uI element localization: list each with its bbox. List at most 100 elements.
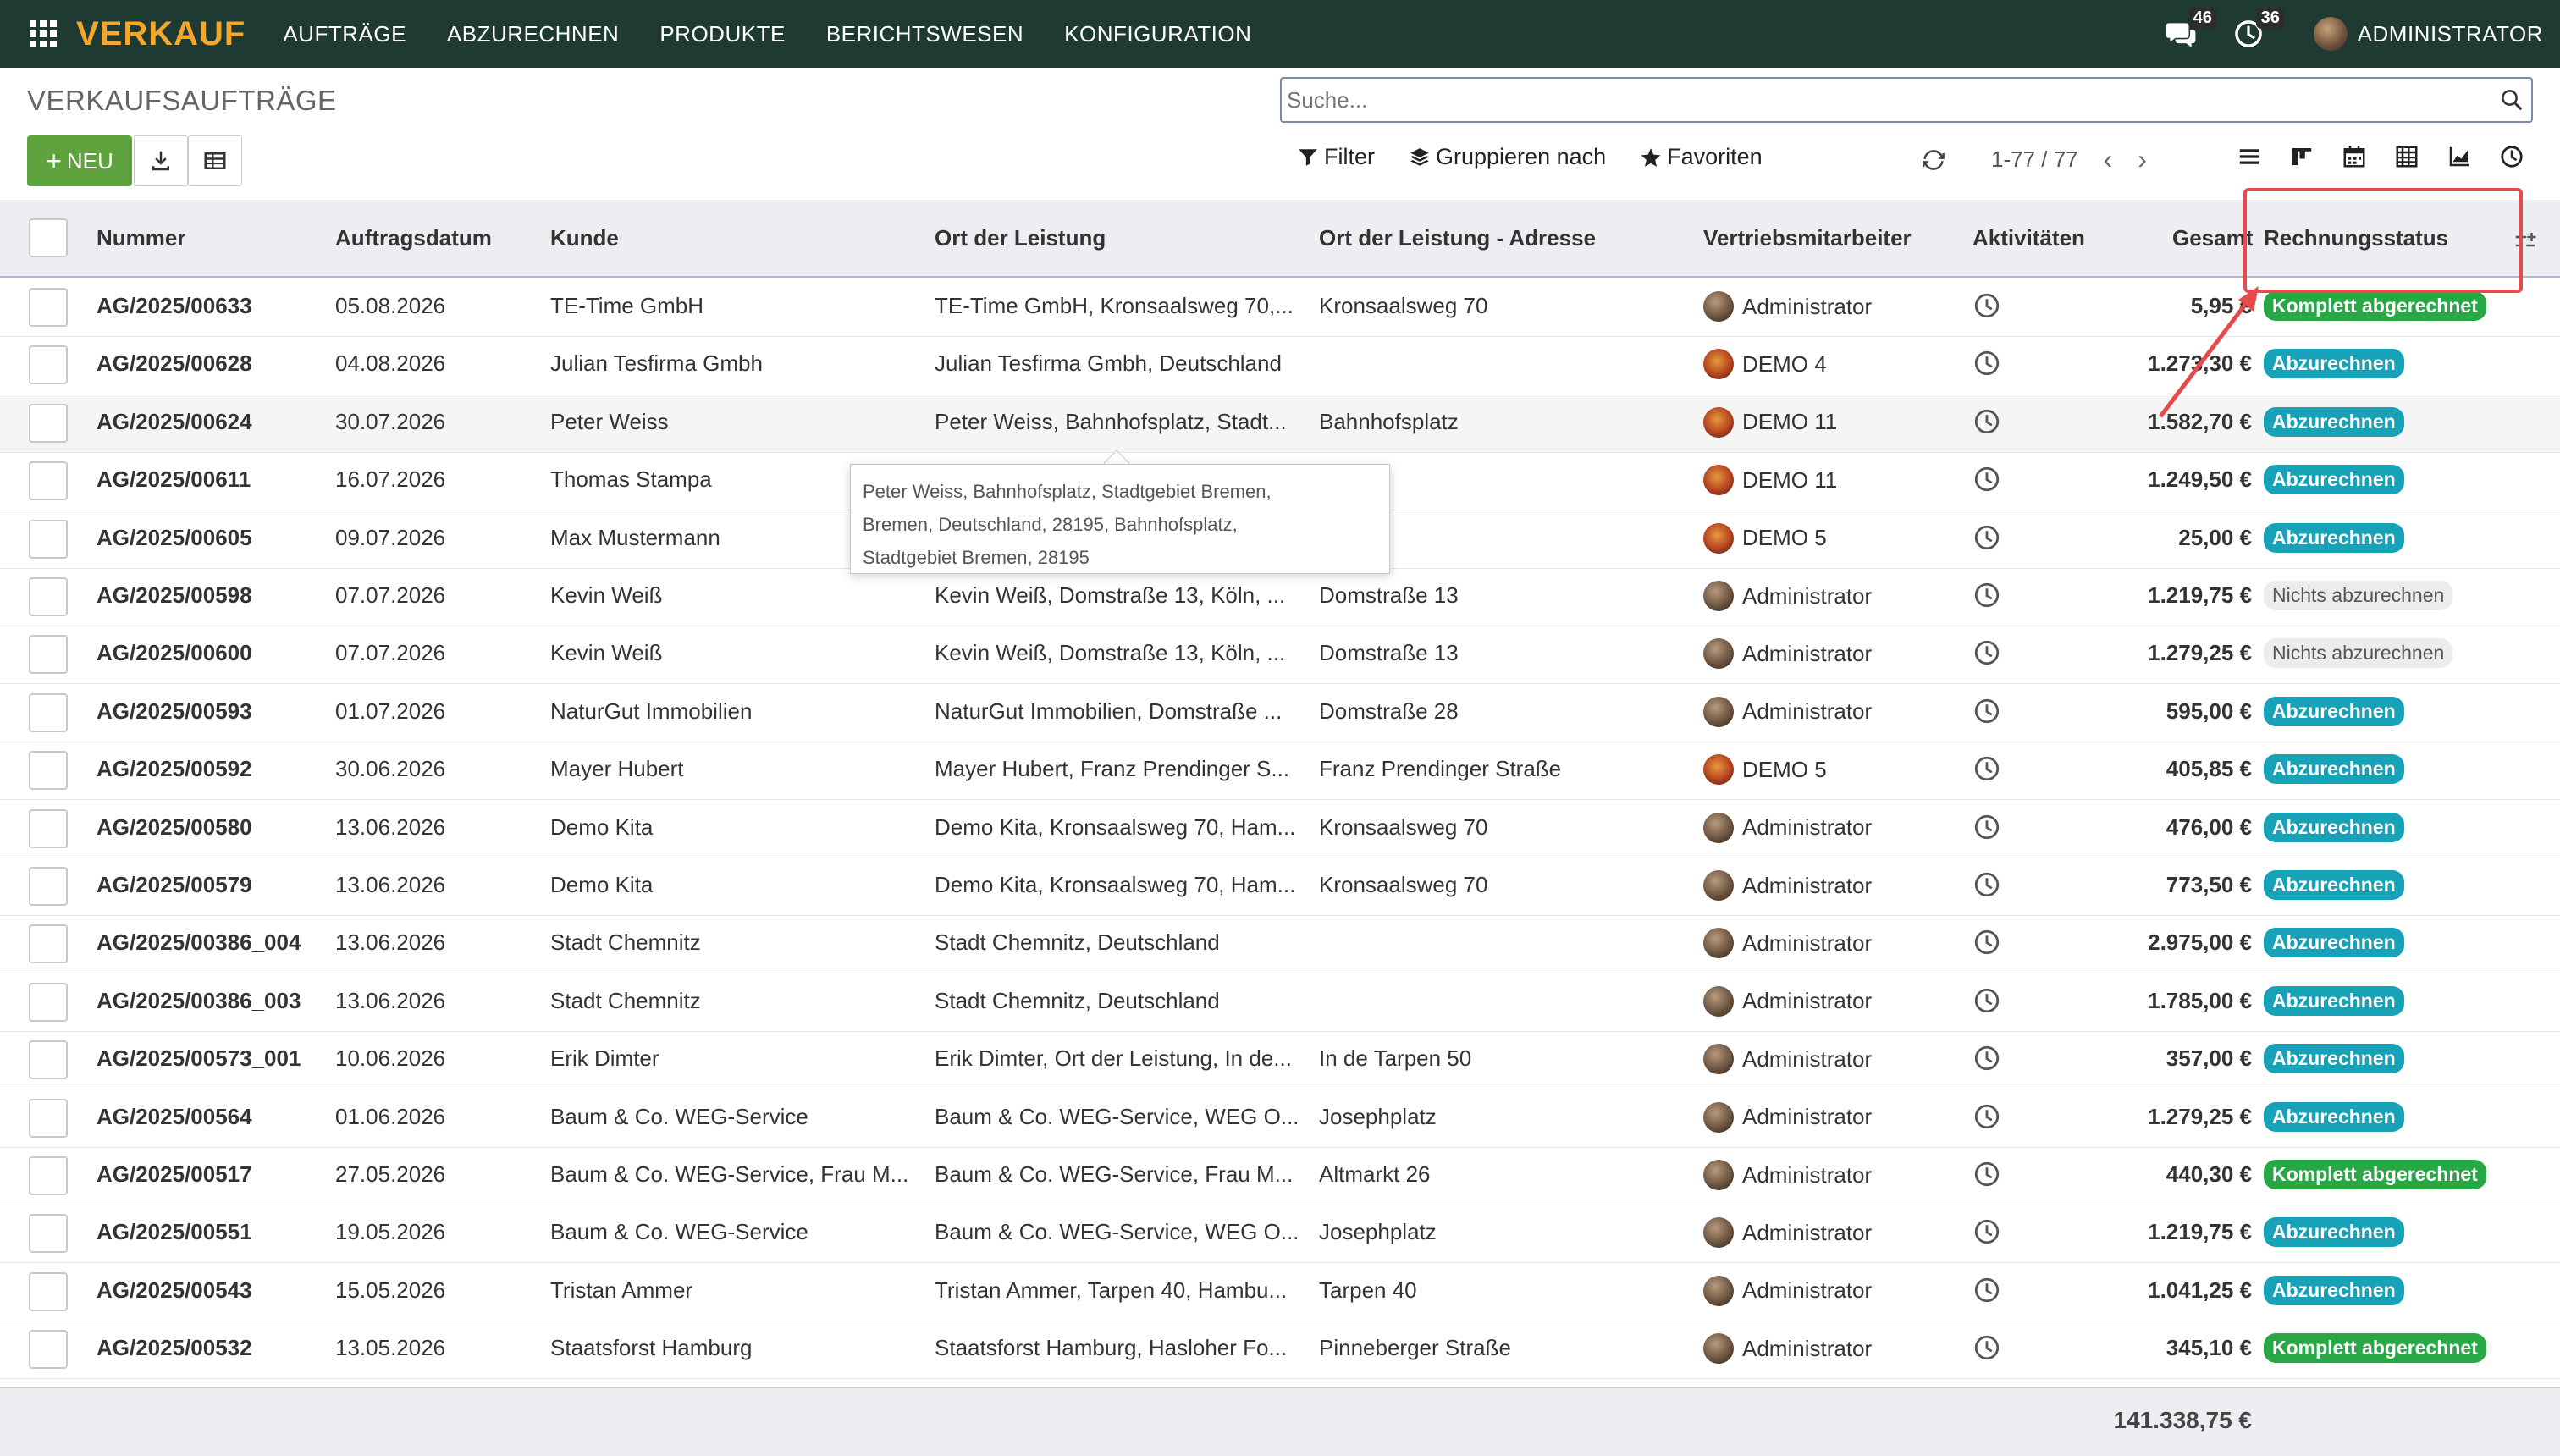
view-graph-button[interactable]: [2433, 144, 2486, 169]
salesperson-name: Administrator: [1742, 1219, 1873, 1245]
table-row[interactable]: AG/2025/00386_003 13.06.2026 Stadt Chemnit…: [0, 974, 2560, 1032]
activity-button[interactable]: [1972, 407, 2001, 440]
menu-item-products[interactable]: PRODUKTE: [659, 21, 785, 47]
messages-button[interactable]: 46: [2165, 8, 2217, 50]
row-checkbox[interactable]: [29, 1040, 68, 1080]
view-kanban-button[interactable]: [2276, 144, 2328, 169]
app-brand[interactable]: VERKAUF: [76, 15, 246, 53]
row-checkbox[interactable]: [29, 692, 68, 732]
activity-button[interactable]: [1972, 1044, 2001, 1077]
pager-value[interactable]: 1-77 / 77: [1991, 146, 2078, 173]
invoice-status-badge: Abzurechnen: [2264, 1101, 2404, 1132]
activity-button[interactable]: [1972, 1160, 2001, 1193]
activity-button[interactable]: [1972, 1217, 2001, 1250]
activity-button[interactable]: [1972, 638, 2001, 671]
tooltip-line: Bremen, Deutschland, 28195, Bahnhofsplat…: [863, 514, 1238, 535]
view-list-button[interactable]: [2223, 144, 2276, 169]
apps-menu-icon[interactable]: [29, 19, 58, 48]
menu-item-orders[interactable]: AUFTRÄGE: [283, 21, 406, 47]
row-checkbox[interactable]: [29, 1271, 68, 1311]
select-all-checkbox[interactable]: [29, 218, 68, 257]
row-checkbox[interactable]: [29, 982, 68, 1022]
table-row[interactable]: AG/2025/00592 30.06.2026 Mayer Hubert Mayer…: [0, 742, 2560, 801]
row-checkbox[interactable]: [29, 867, 68, 906]
search-box[interactable]: [1280, 77, 2533, 123]
activity-button[interactable]: [1972, 754, 2001, 787]
row-checkbox[interactable]: [29, 577, 68, 616]
salesperson-name: Administrator: [1742, 929, 1873, 956]
search-options: Filter Gruppieren nach Favoriten: [1297, 144, 1796, 170]
table-row[interactable]: AG/2025/00593 01.07.2026 NaturGut Immobili…: [0, 685, 2560, 742]
row-checkbox[interactable]: [29, 635, 68, 675]
table-row[interactable]: AG/2025/00564 01.06.2026 Baum & Co. WEG-Se…: [0, 1090, 2560, 1148]
row-checkbox[interactable]: [29, 403, 68, 443]
row-checkbox[interactable]: [29, 519, 68, 559]
row-checkbox[interactable]: [29, 1098, 68, 1138]
column-header-location[interactable]: Ort der Leistung: [935, 225, 1106, 251]
clock-icon: [1974, 1161, 2000, 1187]
activity-button[interactable]: [1972, 291, 2001, 324]
table-row[interactable]: AG/2025/00551 19.05.2026 Baum & Co. WEG-Se…: [0, 1205, 2560, 1264]
salesperson-name: Administrator: [1742, 988, 1873, 1014]
activity-button[interactable]: [1972, 523, 2001, 556]
activity-button[interactable]: [1972, 813, 2001, 846]
table-row[interactable]: AG/2025/00517 27.05.2026 Baum & Co. WEG-Se…: [0, 1148, 2560, 1205]
spreadsheet-button[interactable]: [188, 135, 242, 186]
row-checkbox[interactable]: [29, 924, 68, 964]
table-row[interactable]: AG/2025/00573_001 10.06.2026 Erik Dimter Er…: [0, 1032, 2560, 1090]
activity-button[interactable]: [1972, 349, 2001, 382]
search-icon[interactable]: [2499, 87, 2524, 113]
activity-button[interactable]: [1972, 581, 2001, 614]
activities-button[interactable]: 36: [2232, 8, 2285, 50]
user-menu[interactable]: ADMINISTRATOR: [2313, 17, 2543, 51]
view-pivot-button[interactable]: [2381, 144, 2433, 169]
column-header-total[interactable]: Gesamt: [2172, 225, 2253, 251]
activity-button[interactable]: [1972, 986, 2001, 1019]
group-by-button[interactable]: Gruppieren nach: [1409, 144, 1606, 170]
activity-button[interactable]: [1972, 465, 2001, 498]
column-header-address[interactable]: Ort der Leistung - Adresse: [1319, 225, 1596, 251]
activity-button[interactable]: [1972, 1102, 2001, 1135]
column-header-date[interactable]: Auftragsdatum: [335, 225, 492, 251]
activity-button[interactable]: [1972, 1333, 2001, 1366]
row-checkbox[interactable]: [29, 288, 68, 327]
column-header-number[interactable]: Nummer: [97, 225, 185, 251]
menu-item-to-invoice[interactable]: ABZURECHNEN: [447, 21, 619, 47]
table-row[interactable]: AG/2025/00579 13.06.2026 Demo Kita Demo Kit…: [0, 858, 2560, 916]
new-button[interactable]: + NEU: [27, 135, 132, 186]
activity-button[interactable]: [1972, 1276, 2001, 1309]
view-calendar-button[interactable]: [2328, 144, 2381, 169]
row-checkbox[interactable]: [29, 1214, 68, 1254]
salesperson-avatar: [1703, 406, 1734, 438]
favorites-button[interactable]: Favoriten: [1640, 144, 1763, 170]
salesperson-avatar: [1703, 349, 1734, 380]
row-checkbox[interactable]: [29, 461, 68, 501]
search-input[interactable]: [1282, 79, 2467, 121]
row-checkbox[interactable]: [29, 751, 68, 791]
row-checkbox[interactable]: [29, 1330, 68, 1370]
table-row[interactable]: AG/2025/00543 15.05.2026 Tristan Ammer Tris…: [0, 1264, 2560, 1321]
pager-next-icon[interactable]: ›: [2138, 144, 2147, 175]
download-button[interactable]: [134, 135, 188, 186]
pager-previous-icon[interactable]: ‹: [2104, 144, 2113, 175]
column-header-customer[interactable]: Kunde: [550, 225, 619, 251]
activity-button[interactable]: [1972, 870, 2001, 903]
salesperson-avatar: [1703, 696, 1734, 727]
row-checkbox[interactable]: [29, 808, 68, 848]
table-row[interactable]: AG/2025/00598 07.07.2026 Kevin Weiß Kevin W…: [0, 569, 2560, 626]
table-row[interactable]: AG/2025/00580 13.06.2026 Demo Kita Demo Kit…: [0, 801, 2560, 858]
activity-button[interactable]: [1972, 697, 2001, 730]
table-row[interactable]: AG/2025/00386_004 13.06.2026 Stadt Chemnit…: [0, 916, 2560, 974]
refresh-icon[interactable]: [1922, 148, 1945, 172]
column-header-activities[interactable]: Aktivitäten: [1972, 225, 2085, 251]
column-header-salesperson[interactable]: Vertriebsmitarbeiter: [1703, 225, 1912, 251]
menu-item-configuration[interactable]: KONFIGURATION: [1064, 21, 1251, 47]
row-checkbox[interactable]: [29, 345, 68, 385]
activity-button[interactable]: [1972, 928, 2001, 961]
row-checkbox[interactable]: [29, 1156, 68, 1195]
table-row[interactable]: AG/2025/00600 07.07.2026 Kevin Weiß Kevin W…: [0, 626, 2560, 685]
view-activity-button[interactable]: [2486, 144, 2538, 169]
menu-item-reporting[interactable]: BERICHTSWESEN: [826, 21, 1023, 47]
table-row[interactable]: AG/2025/00532 13.05.2026 Staatsforst Hambu…: [0, 1321, 2560, 1380]
filter-button[interactable]: Filter: [1297, 144, 1375, 170]
